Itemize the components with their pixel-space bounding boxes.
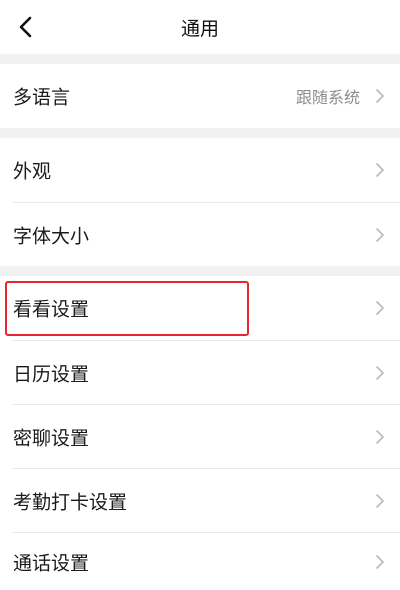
- settings-item-label: 字体大小: [13, 225, 90, 247]
- section-gap: [0, 266, 400, 276]
- chevron-right-icon: [376, 163, 384, 177]
- chevron-right-icon: [376, 89, 384, 103]
- chevron-right-icon: [376, 429, 384, 444]
- settings-item-label: 多语言: [13, 86, 71, 109]
- settings-item-label: 看看设置: [13, 298, 90, 321]
- chevron-right-icon: [376, 493, 384, 508]
- chevron-right-icon: [376, 554, 384, 569]
- settings-item-label: 考勤打卡设置: [13, 491, 128, 513]
- settings-item-secret-chat[interactable]: 密聊设置: [0, 405, 400, 468]
- settings-item-font-size[interactable]: 字体大小: [0, 203, 400, 266]
- settings-item-call[interactable]: 通话设置: [0, 533, 400, 590]
- settings-item-appearance[interactable]: 外观: [0, 138, 400, 202]
- settings-item-label: 密聊设置: [13, 427, 90, 449]
- settings-item-attendance[interactable]: 考勤打卡设置: [0, 469, 400, 532]
- settings-item-language[interactable]: 多语言 跟随系统: [0, 64, 400, 128]
- nav-bar: 通用: [0, 0, 400, 54]
- section-gap: [0, 54, 400, 64]
- page-title: 通用: [180, 18, 219, 40]
- settings-item-label: 外观: [13, 160, 52, 183]
- settings-item-value: 跟随系统: [295, 88, 360, 107]
- general-settings-page: 通用 多语言 跟随系统 外观 字体大小 看看设置 日历设置 密聊设置 考勤打卡设…: [0, 0, 400, 590]
- settings-item-label: 日历设置: [13, 363, 90, 385]
- chevron-right-icon: [376, 227, 384, 242]
- settings-item-kankan[interactable]: 看看设置: [0, 276, 400, 340]
- settings-item-label: 通话设置: [13, 552, 90, 574]
- chevron-right-icon: [376, 365, 384, 380]
- chevron-right-icon: [376, 301, 384, 315]
- section-gap: [0, 128, 400, 138]
- settings-item-calendar[interactable]: 日历设置: [0, 341, 400, 404]
